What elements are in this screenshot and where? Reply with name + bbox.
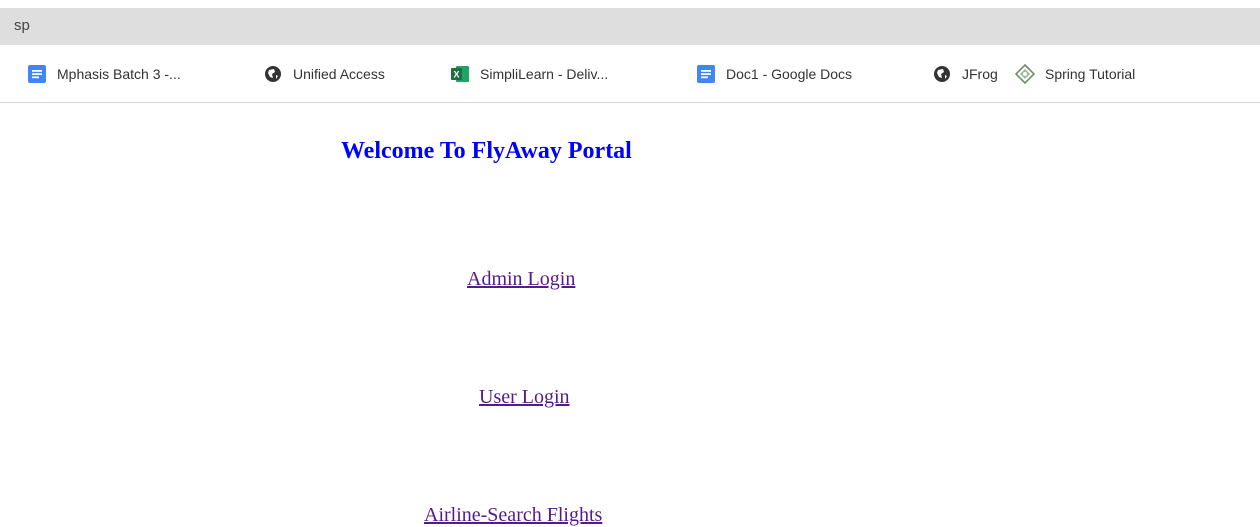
address-bar-text: sp — [14, 17, 30, 34]
bookmark-simplilearn[interactable]: X SimpliLearn - Deliv... — [450, 63, 608, 85]
bookmark-label: Spring Tutorial — [1045, 66, 1136, 82]
bookmark-mphasis-batch[interactable]: Mphasis Batch 3 -... — [27, 63, 181, 85]
excel-icon: X — [450, 64, 470, 84]
bookmark-label: Mphasis Batch 3 -... — [57, 66, 181, 82]
bookmark-spring-tutorial[interactable]: Spring Tutorial — [1015, 63, 1135, 85]
bookmark-label: Doc1 - Google Docs — [726, 66, 853, 82]
bookmark-label: JFrog — [962, 66, 998, 82]
google-docs-icon — [27, 64, 47, 84]
globe-icon — [263, 64, 283, 84]
bookmarks-bar: Mphasis Batch 3 -... Unified Access X Si… — [0, 45, 1260, 103]
user-login-link[interactable]: User Login — [479, 386, 570, 409]
globe-icon — [932, 64, 952, 84]
google-docs-icon — [696, 64, 716, 84]
admin-login-link[interactable]: Admin Login — [467, 268, 575, 291]
svg-text:X: X — [453, 70, 459, 80]
bookmark-jfrog[interactable]: JFrog — [932, 63, 998, 85]
address-bar[interactable]: sp — [0, 8, 1260, 45]
airline-search-flights-link[interactable]: Airline-Search Flights — [424, 504, 602, 527]
bookmark-doc1[interactable]: Doc1 - Google Docs — [696, 63, 852, 85]
bookmark-label: Unified Access — [293, 66, 385, 82]
bookmark-label: SimpliLearn - Deliv... — [480, 66, 609, 82]
spring-icon — [1015, 64, 1035, 84]
bookmark-unified-access[interactable]: Unified Access — [263, 63, 385, 85]
page-title: Welcome To FlyAway Portal — [341, 138, 632, 164]
